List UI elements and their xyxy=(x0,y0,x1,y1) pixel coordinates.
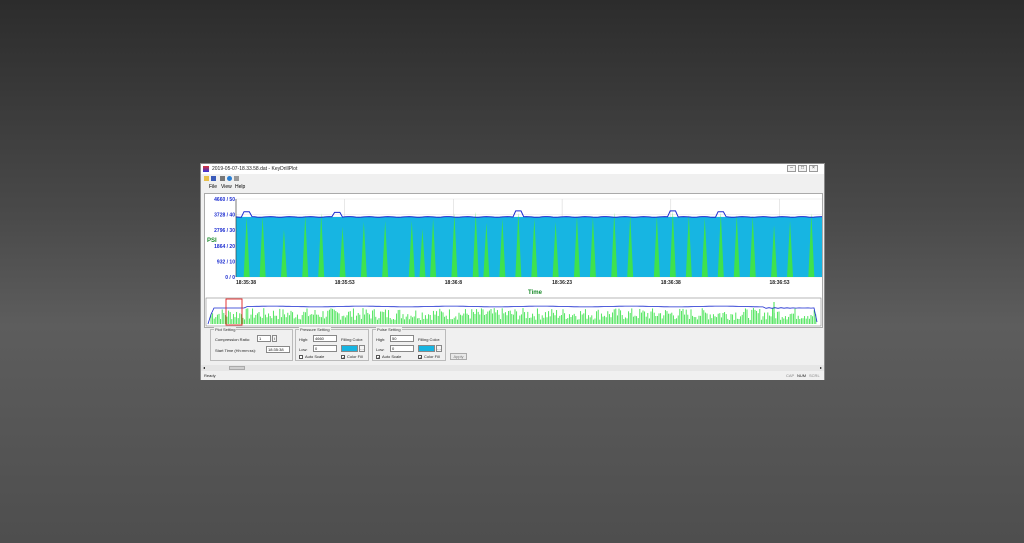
y-tick-label: 932 / 10 xyxy=(217,259,235,265)
start-time-input[interactable]: 18:35:38 xyxy=(266,346,290,353)
plot-setting-group: Plot Setting Compression Ratio: 1 ↕ Star… xyxy=(210,327,293,361)
pressure-setting-group: Pressure Setting High: 4660 Filling Colo… xyxy=(295,327,369,361)
pressure-color-fill-label: Color Fill xyxy=(347,354,363,359)
about-icon[interactable] xyxy=(234,176,239,181)
pulse-setting-legend: Pulse Setting xyxy=(376,327,402,332)
app-window: 2019-05-07-18.33.58.dat - KeyDrillPlot –… xyxy=(200,163,825,380)
y-tick-label: 0 / 0 xyxy=(225,275,235,281)
help-icon[interactable] xyxy=(227,176,232,181)
menu-help[interactable]: Help xyxy=(235,183,245,192)
x-tick-label: 18:36:53 xyxy=(769,280,789,286)
pulse-low-input[interactable]: 0 xyxy=(390,345,414,352)
status-text: Ready xyxy=(204,373,216,378)
minimize-button[interactable]: – xyxy=(787,165,796,172)
scroll-thumb[interactable] xyxy=(229,366,245,370)
x-tick-label: 18:35:38 xyxy=(236,280,256,286)
pulse-low-label: Low: xyxy=(376,347,385,352)
settings-panel: Plot Setting Compression Ratio: 1 ↕ Star… xyxy=(201,327,824,364)
pressure-pulse-chart: 0 / 0 932 / 10 1864 / 20 2796 / 30 3728 / 40… xyxy=(205,197,823,327)
status-bar: Ready CAP NUM SCRL xyxy=(201,371,824,380)
compression-ratio-label: Compression Ratio: xyxy=(215,337,251,342)
pressure-fill-label: Filling Color: xyxy=(341,337,364,342)
pulse-color-fill-checkbox[interactable]: ✓ xyxy=(418,355,422,360)
save-icon[interactable] xyxy=(211,176,216,181)
y-tick-label: 1864 / 20 xyxy=(214,244,235,250)
apply-button[interactable]: Apply xyxy=(450,353,467,360)
y-axis-label: PSI xyxy=(207,238,217,244)
pressure-setting-legend: Pressure Setting xyxy=(299,327,331,332)
x-tick-label: 18:36:23 xyxy=(552,280,572,286)
y-tick-label: 2796 / 30 xyxy=(214,228,235,234)
pressure-color-picker-button[interactable]: … xyxy=(359,345,365,352)
pulse-color-fill-label: Color Fill xyxy=(424,354,440,359)
scrl-indicator: SCRL xyxy=(809,373,820,378)
menu-file[interactable]: File xyxy=(209,183,217,192)
pressure-color-fill-checkbox[interactable]: ✓ xyxy=(341,355,345,360)
x-tick-label: 18:36:38 xyxy=(661,280,681,286)
x-tick-label: 18:36:8 xyxy=(445,280,462,286)
cap-indicator: CAP xyxy=(786,373,795,378)
pulse-auto-scale-label: Auto Scale xyxy=(382,354,402,359)
app-icon xyxy=(203,166,209,172)
pulse-high-input[interactable]: 50 xyxy=(390,335,414,342)
pressure-fill-color-swatch[interactable] xyxy=(341,345,358,352)
y-tick-label: 3728 / 40 xyxy=(214,213,235,219)
close-button[interactable]: × xyxy=(809,165,818,172)
pressure-line xyxy=(235,210,823,218)
pulse-fill-color-swatch[interactable] xyxy=(418,345,435,352)
pulse-fill-label: Filling Color: xyxy=(418,337,441,342)
pressure-high-label: High: xyxy=(299,337,309,342)
toolbar xyxy=(201,174,824,183)
menu-bar: File View Help xyxy=(201,183,824,192)
menu-view[interactable]: View xyxy=(221,183,232,192)
plot-area: 0 / 0 932 / 10 1864 / 20 2796 / 30 3728 / 40… xyxy=(204,193,823,328)
pressure-auto-scale-checkbox[interactable] xyxy=(299,355,303,359)
window-title: 2019-05-07-18.33.58.dat - KeyDrillPlot xyxy=(212,166,298,172)
compression-ratio-input[interactable]: 1 xyxy=(257,335,271,342)
x-tick-label: 18:35:53 xyxy=(335,280,355,286)
pulse-high-label: High: xyxy=(376,337,386,342)
ratio-spinner[interactable]: ↕ xyxy=(272,335,277,342)
num-indicator: NUM xyxy=(797,373,807,378)
pressure-auto-scale-label: Auto Scale xyxy=(305,354,325,359)
y-tick-label: 4660 / 50 xyxy=(214,197,235,203)
pressure-high-input[interactable]: 4660 xyxy=(313,335,337,342)
pulse-auto-scale-checkbox[interactable]: ✓ xyxy=(376,355,380,360)
pulse-color-picker-button[interactable]: … xyxy=(436,345,442,352)
maximize-button[interactable]: □ xyxy=(798,165,807,172)
pressure-low-input[interactable]: 0 xyxy=(313,345,337,352)
pressure-low-label: Low: xyxy=(299,347,308,352)
open-folder-icon[interactable] xyxy=(204,176,209,181)
start-time-label: Start Time (Hh:mm:ss): xyxy=(215,348,257,353)
plot-setting-legend: Plot Setting xyxy=(214,327,237,332)
x-axis-label: Time xyxy=(528,290,543,296)
y-axis-ticks: 0 / 0 932 / 10 1864 / 20 2796 / 30 3728 / 40… xyxy=(214,197,237,281)
pressure-area xyxy=(236,216,822,277)
pulse-setting-group: Pulse Setting High: 50 Filling Color: Lo… xyxy=(372,327,446,361)
title-bar: 2019-05-07-18.33.58.dat - KeyDrillPlot –… xyxy=(201,164,824,174)
print-icon[interactable] xyxy=(220,176,225,181)
x-axis-ticks: 18:35:38 18:35:53 18:36:8 18:36:23 18:36:38 1… xyxy=(236,280,790,286)
